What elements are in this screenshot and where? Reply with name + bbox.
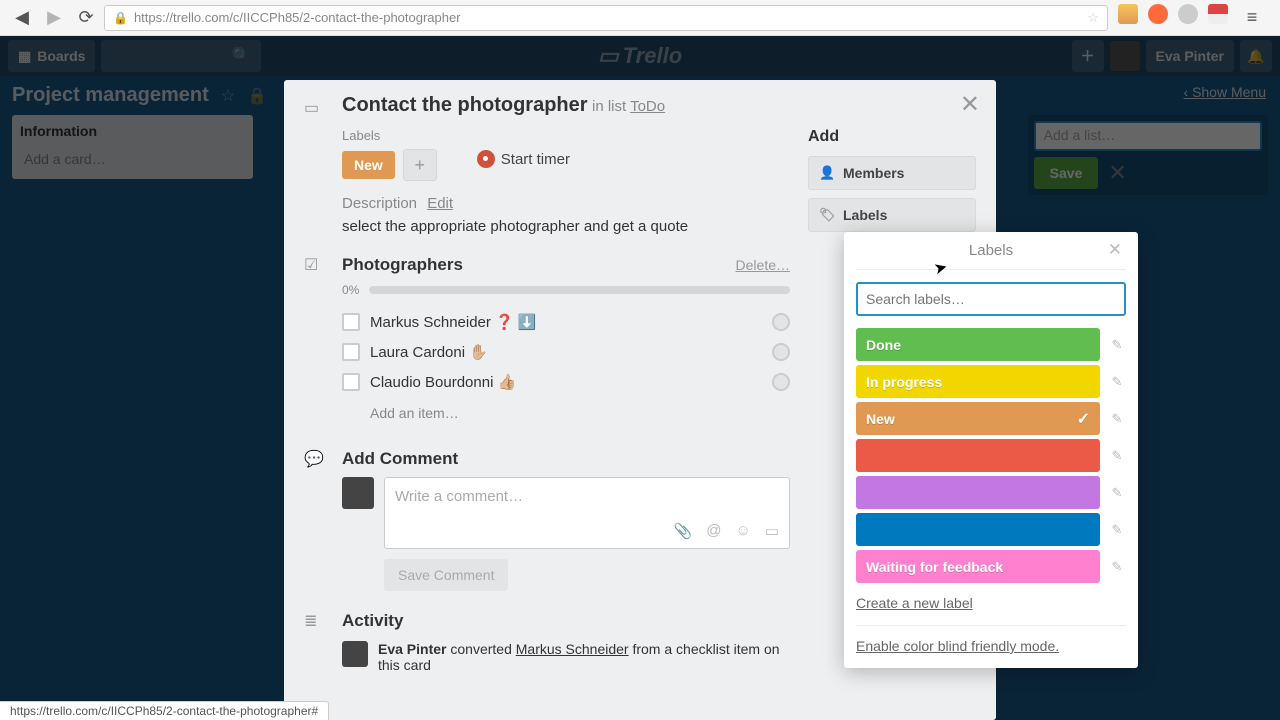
edit-description-link[interactable]: Edit: [427, 195, 453, 212]
label-swatch[interactable]: [856, 513, 1100, 546]
mention-icon[interactable]: @: [706, 522, 721, 540]
label-row: New✓ ✎: [856, 402, 1126, 435]
edit-label-icon[interactable]: ✎: [1108, 559, 1126, 575]
edit-label-icon[interactable]: ✎: [1108, 485, 1126, 501]
url-text: https://trello.com/c/IICCPh85/2-contact-…: [134, 10, 461, 25]
browser-chrome: ◀ ▶ ⟳ 🔒 https://trello.com/c/IICCPh85/2-…: [0, 0, 1280, 36]
label-swatch[interactable]: Waiting for feedback: [856, 550, 1100, 583]
checklist-item[interactable]: Laura Cardoni ✋🏼: [342, 337, 790, 367]
edit-label-icon[interactable]: ✎: [1108, 448, 1126, 464]
label-row: ✎: [856, 513, 1126, 546]
ext-icon-4[interactable]: [1208, 4, 1228, 24]
menu-icon[interactable]: ≡: [1238, 4, 1266, 32]
assign-icon[interactable]: [772, 313, 790, 331]
add-comment-title: Add Comment: [342, 449, 790, 469]
label-swatch[interactable]: [856, 476, 1100, 509]
progress-bar: [369, 286, 790, 294]
labels-heading: Labels: [342, 128, 437, 143]
description-text[interactable]: select the appropriate photographer and …: [342, 218, 790, 235]
popover-title: Labels: [969, 242, 1013, 259]
edit-label-icon[interactable]: ✎: [1108, 522, 1126, 538]
checkbox[interactable]: [342, 373, 360, 391]
assign-icon[interactable]: [772, 373, 790, 391]
checklist-item[interactable]: Claudio Bourdonni 👍🏼: [342, 367, 790, 397]
card-icon: ▭: [304, 98, 328, 118]
label-row: In progress ✎: [856, 365, 1126, 398]
emoji-icon[interactable]: ☺: [735, 522, 750, 540]
colorblind-link[interactable]: Enable color blind friendly mode.: [856, 638, 1126, 654]
members-button[interactable]: 👤 Members: [808, 156, 976, 190]
label-row: Waiting for feedback ✎: [856, 550, 1126, 583]
checklist-item-text: Laura Cardoni ✋🏼: [370, 343, 488, 361]
edit-label-icon[interactable]: ✎: [1108, 411, 1126, 427]
label-row: ✎: [856, 439, 1126, 472]
activity-icon: ≣: [304, 611, 328, 631]
star-icon[interactable]: ☆: [1087, 10, 1099, 26]
labels-popover: Labels ✕ Done✎In progress✎New✓✎✎✎✎Waitin…: [844, 232, 1138, 668]
lock-icon: 🔒: [113, 11, 128, 25]
label-swatch[interactable]: New✓: [856, 402, 1100, 435]
label-swatch[interactable]: [856, 439, 1100, 472]
label-row: ✎: [856, 476, 1126, 509]
add-label-button[interactable]: +: [403, 149, 437, 181]
checklist-item[interactable]: Markus Schneider ❓ ⬇️: [342, 307, 790, 337]
reload-button[interactable]: ⟳: [72, 4, 100, 32]
label-row: Done ✎: [856, 328, 1126, 361]
card-link-icon[interactable]: ▭: [765, 522, 779, 540]
save-comment-button[interactable]: Save Comment: [384, 559, 508, 591]
check-icon: ✓: [1077, 409, 1090, 429]
progress-percent: 0%: [342, 283, 359, 297]
ext-icon-1[interactable]: [1118, 4, 1138, 24]
comment-avatar: [342, 477, 374, 509]
add-section-title: Add: [808, 128, 976, 146]
list-link[interactable]: ToDo: [630, 98, 665, 115]
checkbox[interactable]: [342, 343, 360, 361]
in-list-label: in list ToDo: [592, 98, 665, 115]
checklist-title[interactable]: Photographers: [342, 255, 722, 275]
comment-icon: 💬: [304, 449, 328, 469]
timer-icon: [477, 150, 495, 168]
delete-checklist-link[interactable]: Delete…: [736, 257, 790, 273]
labels-search-input[interactable]: [856, 282, 1126, 316]
checklist-icon: ☑: [304, 255, 328, 275]
attach-icon[interactable]: 📎: [674, 522, 693, 540]
checklist-item-text: Claudio Bourdonni 👍🏼: [370, 373, 516, 391]
activity-link[interactable]: Markus Schneider: [516, 641, 629, 657]
edit-label-icon[interactable]: ✎: [1108, 374, 1126, 390]
description-label: Description: [342, 195, 417, 212]
status-bar: https://trello.com/c/IICCPh85/2-contact-…: [0, 701, 329, 720]
label-chip-new[interactable]: New: [342, 151, 395, 179]
labels-icon: 🏷: [819, 207, 833, 223]
checklist-item-text: Markus Schneider ❓ ⬇️: [370, 313, 537, 331]
create-label-link[interactable]: Create a new label: [856, 595, 1126, 611]
close-modal-icon[interactable]: ✕: [960, 90, 980, 119]
comment-toolbar: 📎 @ ☺ ▭: [674, 522, 779, 540]
ext-icon-3[interactable]: [1178, 4, 1198, 24]
extension-icons: ≡: [1112, 4, 1272, 32]
label-swatch[interactable]: In progress: [856, 365, 1100, 398]
edit-label-icon[interactable]: ✎: [1108, 337, 1126, 353]
checkbox[interactable]: [342, 313, 360, 331]
comment-input[interactable]: Write a comment… 📎 @ ☺ ▭: [384, 477, 790, 549]
forward-button[interactable]: ▶: [40, 4, 68, 32]
url-bar[interactable]: 🔒 https://trello.com/c/IICCPh85/2-contac…: [104, 5, 1108, 31]
assign-icon[interactable]: [772, 343, 790, 361]
start-timer[interactable]: Start timer: [477, 150, 570, 168]
activity-item: Eva Pinter converted Markus Schneider fr…: [342, 641, 790, 673]
add-checklist-item[interactable]: Add an item…: [342, 397, 790, 429]
members-icon: 👤: [819, 165, 833, 181]
activity-title: Activity: [342, 611, 790, 631]
label-swatch[interactable]: Done: [856, 328, 1100, 361]
labels-button[interactable]: 🏷 Labels: [808, 198, 976, 232]
activity-avatar: [342, 641, 368, 667]
back-button[interactable]: ◀: [8, 4, 36, 32]
close-popover-icon[interactable]: ✕: [1108, 240, 1122, 260]
ext-icon-2[interactable]: [1148, 4, 1168, 24]
card-title[interactable]: Contact the photographer: [342, 94, 588, 116]
